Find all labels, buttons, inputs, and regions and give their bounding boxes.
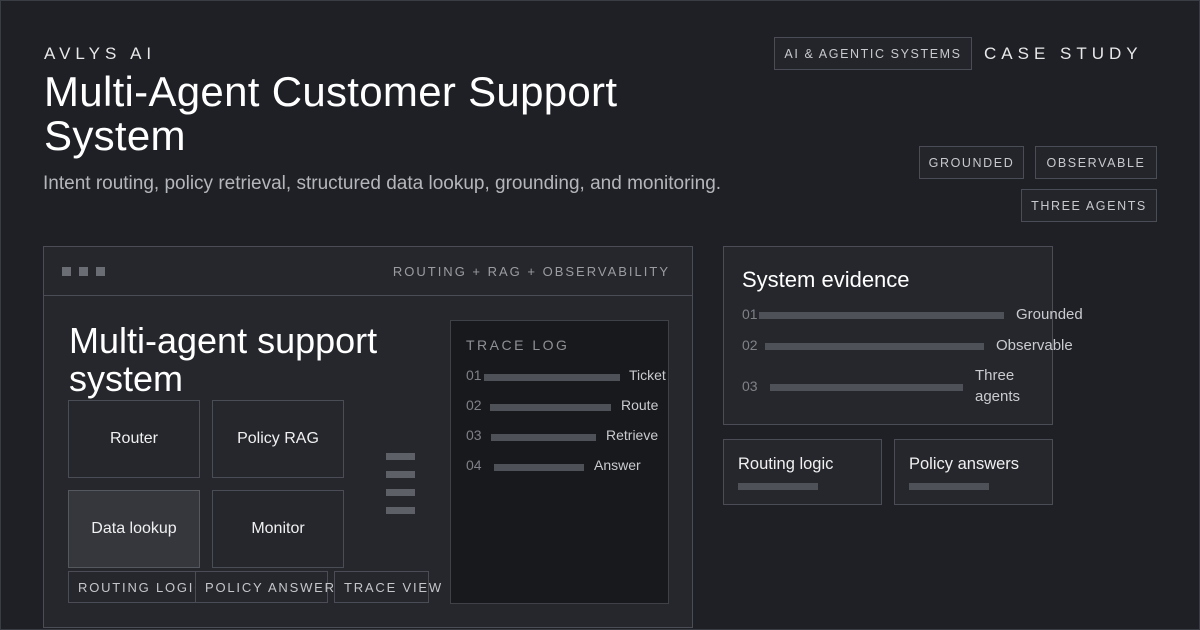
chip-trace-view[interactable]: TRACE VIEW	[334, 571, 441, 603]
trace-log-title: TRACE LOG	[466, 337, 570, 353]
window-dot	[79, 267, 88, 276]
window-caption: ROUTING + RAG + OBSERVABILITY	[392, 264, 670, 279]
page-subtitle: Intent routing, policy retrieval, struct…	[43, 173, 722, 194]
trace-row-bar	[491, 434, 596, 441]
evidence-row-label: Observable	[996, 337, 1073, 354]
trace-row-number: 03	[466, 427, 482, 443]
evidence-row: 03 Three agents	[742, 367, 1062, 405]
card-label: Policy answers	[909, 455, 1020, 473]
evidence-row-label: Grounded	[1016, 306, 1083, 323]
menu-line	[386, 489, 415, 496]
evidence-row-label: Three agents	[975, 367, 1021, 405]
evidence-row-number: 03	[742, 378, 758, 394]
tag-grounded: GROUNDED	[919, 146, 1024, 179]
window-title: Multi-agent support system	[69, 320, 378, 399]
card-bar	[909, 483, 989, 490]
page-title: Multi-Agent Customer Support System	[44, 68, 618, 159]
tag-observable: OBSERVABLE	[1035, 146, 1157, 179]
card-label: Routing logic	[738, 455, 834, 473]
tag-three-agents: THREE AGENTS	[1021, 189, 1157, 222]
trace-row-label: Retrieve	[606, 427, 659, 443]
trace-row: 03 Retrieve	[466, 427, 676, 445]
menu-line	[386, 471, 415, 478]
trace-row: 02 Route	[466, 397, 676, 415]
evidence-row-bar	[759, 312, 1004, 319]
agent-router[interactable]: Router	[68, 400, 200, 478]
agent-policy-rag[interactable]: Policy RAG	[212, 400, 344, 478]
brand-name: AVLYS AI	[44, 44, 157, 63]
evidence-row-bar	[770, 384, 963, 391]
menu-line	[386, 507, 415, 514]
trace-row-number: 02	[466, 397, 482, 413]
agent-monitor[interactable]: Monitor	[212, 490, 344, 568]
menu-line	[386, 453, 415, 460]
window-dot	[96, 267, 105, 276]
trace-row-label: Ticket	[629, 367, 666, 383]
trace-row: 01 Ticket	[466, 367, 676, 385]
case-study-label: CASE STUDY	[984, 44, 1143, 63]
window-title-bar: ROUTING + RAG + OBSERVABILITY	[44, 247, 692, 296]
trace-row-bar	[490, 404, 611, 411]
evidence-row: 02 Observable	[742, 337, 1073, 357]
chip-policy-answers[interactable]: POLICY ANSWERS	[195, 571, 344, 603]
trace-row-label: Route	[621, 397, 659, 413]
evidence-row-number: 01	[742, 306, 758, 322]
window-dot	[62, 267, 71, 276]
trace-row-number: 04	[466, 457, 482, 473]
evidence-title: System evidence	[742, 267, 910, 292]
card-policy-answers[interactable]: Policy answers	[894, 439, 1053, 505]
system-window: ROUTING + RAG + OBSERVABILITY Multi-agen…	[43, 246, 693, 628]
evidence-row-number: 02	[742, 337, 758, 353]
evidence-row-bar	[765, 343, 984, 350]
category-tag: AI & AGENTIC SYSTEMS	[774, 37, 972, 70]
trace-log-panel: TRACE LOG 01 Ticket 02 Route 03 Retrieve…	[450, 320, 669, 604]
chip-routing-logic[interactable]: ROUTING LOGIC	[68, 571, 204, 603]
card-routing-logic[interactable]: Routing logic	[723, 439, 882, 505]
trace-row-bar	[494, 464, 584, 471]
card-bar	[738, 483, 818, 490]
trace-row-bar	[484, 374, 620, 381]
trace-row-number: 01	[466, 367, 482, 383]
evidence-row: 01 Grounded	[742, 306, 1083, 326]
system-evidence-panel: System evidence 01 Grounded 02 Observabl…	[723, 246, 1083, 425]
trace-row-label: Answer	[594, 457, 641, 473]
agent-data-lookup[interactable]: Data lookup	[68, 490, 200, 568]
trace-row: 04 Answer	[466, 457, 676, 475]
